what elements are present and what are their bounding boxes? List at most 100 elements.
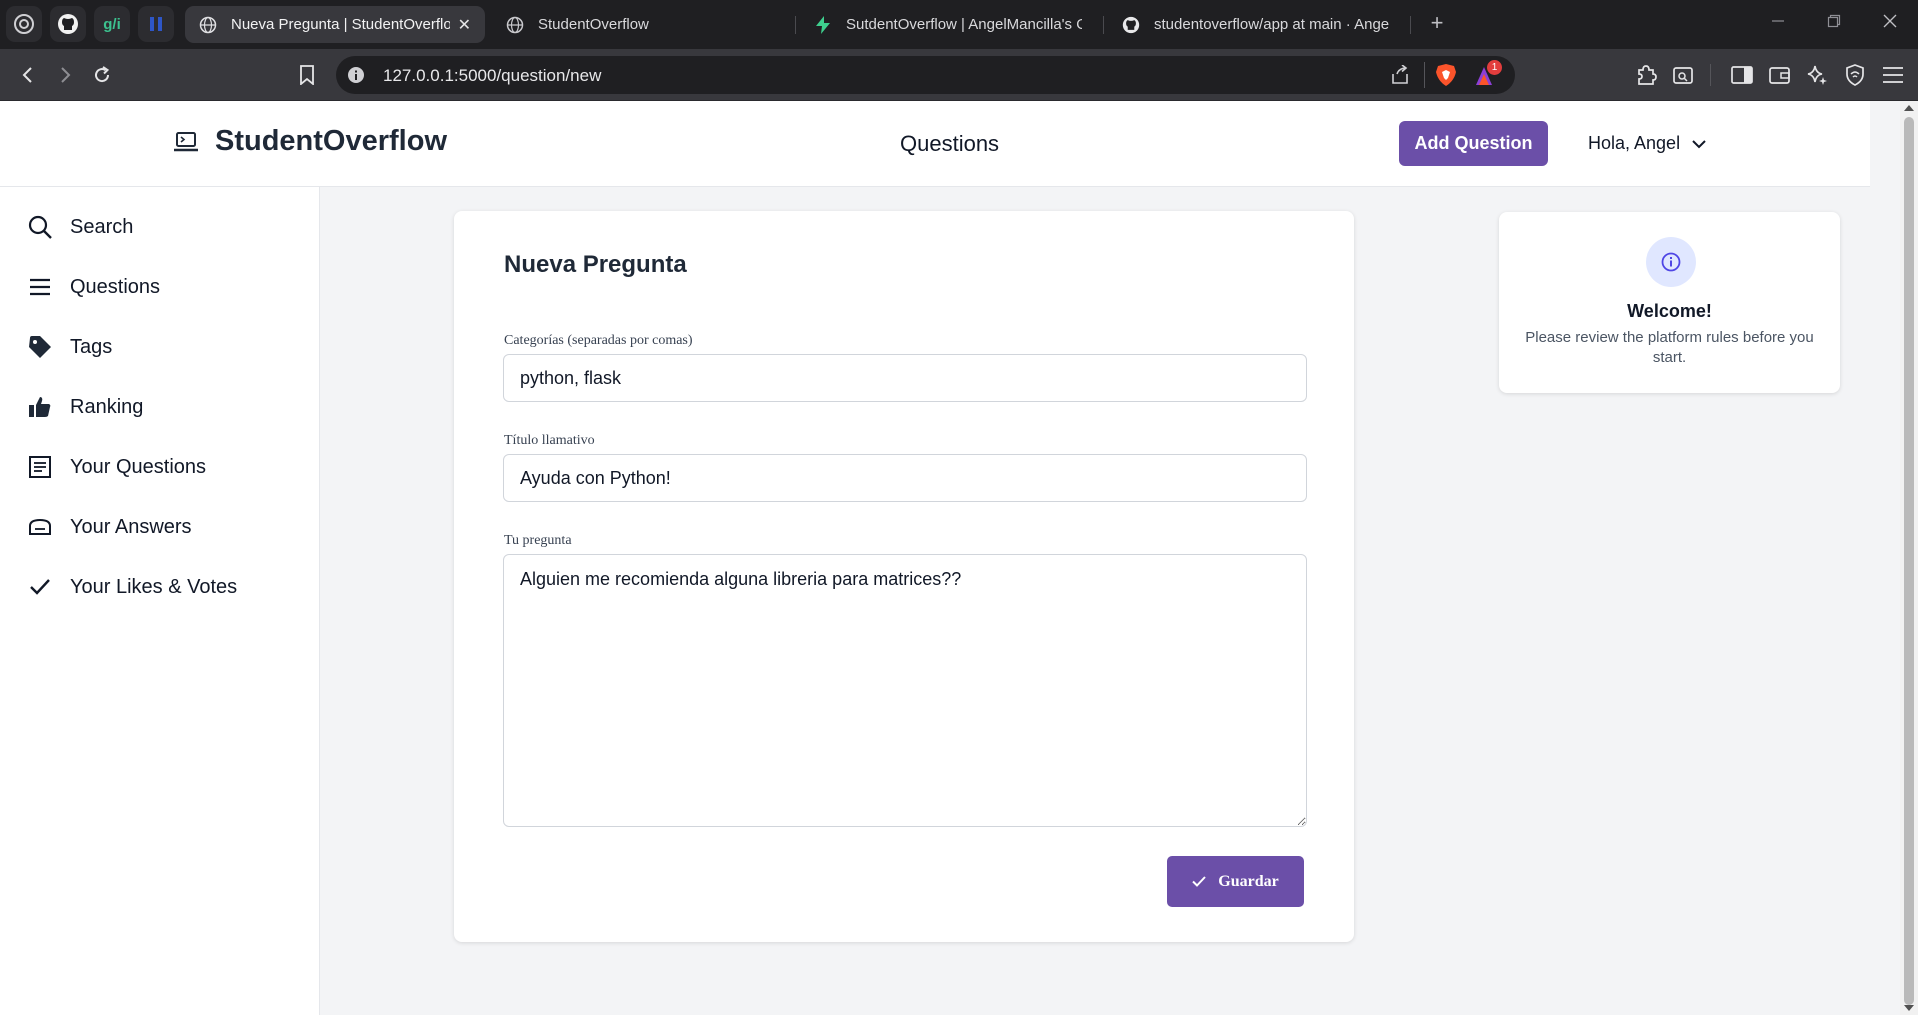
tab-title: StudentOverflow: [538, 16, 649, 33]
tab-studentoverflow[interactable]: StudentOverflow: [492, 6, 786, 43]
laptop-icon: [174, 131, 198, 151]
tab-title: SutdentOverflow | AngelMancilla's Org: [846, 16, 1082, 33]
scroll-thumb[interactable]: [1904, 117, 1914, 1005]
back-button[interactable]: [15, 62, 41, 88]
brand-icon: [150, 17, 162, 31]
new-question-card: Nueva Pregunta Categorías (separadas por…: [454, 211, 1354, 942]
question-textarea[interactable]: Alguien me recomienda alguna libreria pa…: [503, 554, 1307, 827]
sidebar-item-label: Your Likes & Votes: [70, 575, 238, 598]
tab-github-repo[interactable]: studentoverflow/app at main · AngelM: [1108, 6, 1404, 43]
sidebar-item-your-answers[interactable]: Your Answers: [26, 510, 192, 544]
wallet-button[interactable]: [1767, 62, 1793, 88]
browser-tab-strip: g/i Nueva Pregunta | StudentOverflow ✕ S…: [0, 0, 1918, 49]
brave-rewards-icon[interactable]: 1: [1473, 60, 1502, 93]
github-icon: [1122, 16, 1140, 34]
categories-label: Categorías (separadas por comas): [504, 333, 693, 348]
save-button-label: Guardar: [1218, 872, 1279, 890]
close-tab-icon[interactable]: ✕: [458, 15, 471, 35]
reader-button[interactable]: [1670, 62, 1696, 88]
list-icon: [30, 278, 50, 296]
sidebar-item-tags[interactable]: Tags: [26, 330, 112, 364]
search-icon: [28, 215, 52, 239]
hamburger-icon: [1883, 67, 1903, 83]
extensions-button[interactable]: [1633, 62, 1659, 88]
brave-shield-icon[interactable]: [1435, 63, 1457, 92]
address-bar[interactable]: 127.0.0.1:5000/question/new 1: [336, 56, 1515, 94]
categories-input[interactable]: [503, 354, 1307, 402]
puzzle-icon: [1638, 65, 1657, 85]
page-scrollbar[interactable]: [1900, 101, 1918, 1015]
check-icon: [1192, 876, 1206, 887]
leo-ai-button[interactable]: [1804, 62, 1830, 88]
close-window-icon[interactable]: [1878, 12, 1902, 33]
info-icon[interactable]: [347, 66, 365, 89]
sparkle-icon: [1807, 65, 1827, 85]
reload-icon: [95, 66, 110, 83]
tag-icon: [29, 336, 51, 358]
scroll-up-arrow[interactable]: [1904, 105, 1914, 111]
sidebar-item-label: Search: [70, 215, 134, 238]
reader-icon: [1673, 67, 1693, 84]
toolbar-separator: [1710, 64, 1711, 86]
bookmark-button[interactable]: [294, 62, 320, 88]
tab-separator: [795, 16, 796, 34]
reload-button[interactable]: [89, 62, 115, 88]
tab-nueva-pregunta[interactable]: Nueva Pregunta | StudentOverflow ✕: [185, 6, 485, 43]
info-icon-badge: [1646, 237, 1696, 287]
app-header: StudentOverflow Questions Add Question H…: [0, 101, 1870, 187]
nav-link-questions[interactable]: Questions: [900, 131, 999, 157]
sidebar-item-your-questions[interactable]: Your Questions: [26, 450, 206, 484]
tab-supabase-org[interactable]: SutdentOverflow | AngelMancilla's Org: [800, 6, 1096, 43]
minimize-icon[interactable]: [1766, 12, 1790, 33]
brand-link[interactable]: StudentOverflow: [173, 125, 447, 158]
welcome-card: Welcome! Please review the platform rule…: [1499, 212, 1840, 393]
user-menu[interactable]: Hola, Angel: [1588, 133, 1706, 154]
check-icon: [30, 579, 50, 595]
sidebar-icon: [1731, 66, 1753, 84]
sidebar-item-label: Ranking: [70, 395, 144, 418]
bolt-icon: [814, 15, 832, 34]
tab-separator: [1410, 16, 1411, 34]
sidebar-item-search[interactable]: Search: [26, 210, 133, 244]
sidebar-item-your-likes-votes[interactable]: Your Likes & Votes: [26, 570, 237, 604]
arrow-left-icon: [22, 67, 32, 83]
sidebar-item-label: Tags: [70, 335, 113, 358]
sidebar-item-label: Your Questions: [70, 455, 207, 478]
pinned-tab-gfi[interactable]: g/i: [94, 6, 130, 42]
bookmark-icon: [300, 65, 314, 85]
welcome-title: Welcome!: [1627, 301, 1712, 321]
pinned-tab-brand[interactable]: [138, 6, 174, 42]
globe-icon: [506, 16, 524, 34]
vpn-button[interactable]: [1842, 62, 1868, 88]
forward-button[interactable]: [52, 62, 78, 88]
pinned-tab-github[interactable]: [50, 6, 86, 42]
page-title: Nueva Pregunta: [504, 251, 687, 278]
arrow-right-icon: [61, 67, 71, 83]
wallet-icon: [1769, 67, 1790, 84]
pinned-tab-openai[interactable]: [6, 6, 42, 42]
title-label: Título llamativo: [504, 433, 595, 448]
sidebar-item-questions[interactable]: Questions: [26, 270, 160, 304]
sidebar-toggle-button[interactable]: [1729, 62, 1755, 88]
question-label: Tu pregunta: [504, 533, 572, 548]
tab-title: studentoverflow/app at main · AngelM: [1154, 16, 1390, 33]
restore-icon[interactable]: [1822, 12, 1846, 33]
save-button[interactable]: Guardar: [1167, 856, 1304, 907]
share-icon[interactable]: [1390, 64, 1410, 90]
tab-separator: [1103, 16, 1104, 34]
user-greeting: Hola, Angel: [1588, 133, 1681, 153]
sidebar-item-label: Your Answers: [70, 515, 192, 538]
document-icon: [29, 456, 51, 478]
add-question-button[interactable]: Add Question: [1399, 121, 1548, 166]
chevron-down-icon: [1692, 139, 1706, 148]
info-icon: [1661, 252, 1681, 272]
brand-name: StudentOverflow: [215, 125, 448, 157]
main-menu-button[interactable]: [1880, 62, 1906, 88]
title-input[interactable]: [503, 454, 1307, 502]
omnibox-separator: [1424, 62, 1425, 88]
vpn-shield-icon: [1846, 64, 1864, 86]
scroll-down-arrow[interactable]: [1904, 1005, 1914, 1011]
sidebar-item-ranking[interactable]: Ranking: [26, 390, 143, 424]
sidebar-item-label: Questions: [70, 275, 161, 298]
new-tab-button[interactable]: +: [1425, 10, 1449, 36]
